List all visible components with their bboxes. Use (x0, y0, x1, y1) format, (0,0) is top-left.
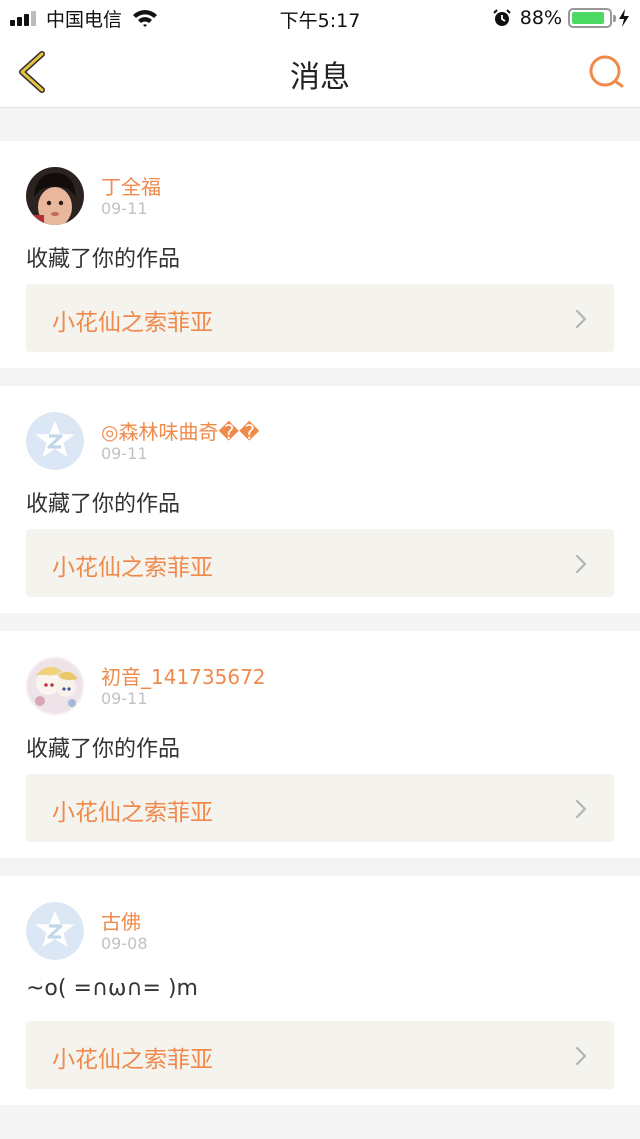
message-date: 09-11 (101, 444, 148, 463)
page-title: 消息 (290, 60, 350, 95)
default-avatar-icon (26, 412, 84, 470)
username[interactable]: ◎森林味曲奇�� (101, 416, 259, 445)
status-bar: 中国电信 下午5:17 88% (0, 0, 640, 36)
message-text: 收藏了你的作品 (26, 737, 181, 762)
message-text: ~o( =∩ω∩= )m (26, 976, 198, 1001)
work-title: 小花仙之索菲亚 (52, 310, 213, 336)
user-photo-avatar (26, 167, 84, 225)
battery-icon (568, 8, 616, 28)
status-right: 88% (492, 6, 630, 30)
message-date: 09-08 (101, 934, 148, 953)
avatar[interactable] (26, 902, 84, 960)
alarm-icon (493, 9, 511, 26)
search-button[interactable] (586, 52, 626, 92)
chevron-right-icon (575, 309, 587, 329)
work-link[interactable]: 小花仙之索菲亚 (26, 529, 614, 597)
username[interactable]: 丁全福 (101, 171, 161, 200)
work-title: 小花仙之索菲亚 (52, 555, 213, 581)
avatar[interactable] (26, 167, 84, 225)
charging-icon (619, 9, 629, 27)
chevron-right-icon (575, 554, 587, 574)
work-link[interactable]: 小花仙之索菲亚 (26, 774, 614, 842)
user-photo-avatar (26, 657, 84, 715)
message-text: 收藏了你的作品 (26, 492, 181, 517)
work-title: 小花仙之索菲亚 (52, 1047, 213, 1073)
work-link[interactable]: 小花仙之索菲亚 (26, 284, 614, 352)
battery-percent: 88% (519, 7, 562, 29)
search-icon (589, 55, 624, 88)
nav-bar: 消息 (0, 36, 640, 108)
username[interactable]: 古佛 (101, 906, 141, 935)
message-date: 09-11 (101, 199, 148, 218)
chevron-right-icon (575, 1046, 587, 1066)
message-card: 初音_141735672 09-11 收藏了你的作品 小花仙之索菲亚 (0, 631, 640, 858)
chevron-right-icon (575, 799, 587, 819)
message-card: 古佛 09-08 ~o( =∩ω∩= )m 小花仙之索菲亚 (0, 876, 640, 1105)
username[interactable]: 初音_141735672 (101, 661, 266, 690)
avatar[interactable] (26, 412, 84, 470)
message-date: 09-11 (101, 689, 148, 708)
message-text: 收藏了你的作品 (26, 247, 181, 272)
work-title: 小花仙之索菲亚 (52, 800, 213, 826)
message-card: 丁全福 09-11 收藏了你的作品 小花仙之索菲亚 (0, 141, 640, 368)
work-link[interactable]: 小花仙之索菲亚 (26, 1021, 614, 1089)
default-avatar-icon (26, 902, 84, 960)
message-card: ◎森林味曲奇�� 09-11 收藏了你的作品 小花仙之索菲亚 (0, 386, 640, 613)
avatar[interactable] (26, 657, 84, 715)
